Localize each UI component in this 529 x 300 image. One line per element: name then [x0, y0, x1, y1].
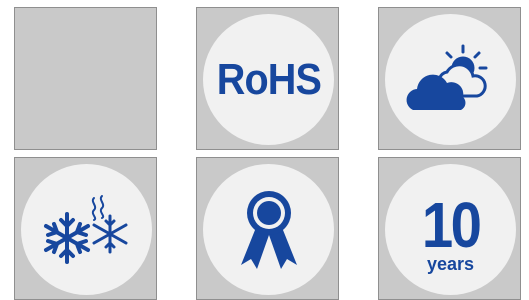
award-tile	[196, 157, 339, 300]
weather-tile	[378, 7, 521, 150]
warranty-mark: 10 years	[418, 193, 483, 273]
snowflake-frost-icon	[43, 194, 127, 264]
award-ribbon-icon	[240, 190, 297, 269]
rohs-tile: RoHS	[196, 7, 339, 150]
rohs-label: RoHS	[216, 54, 321, 104]
weather-badge	[385, 14, 516, 145]
frost-tile	[14, 157, 157, 300]
warranty-badge: 10 years	[385, 164, 516, 295]
rohs-badge: RoHS	[203, 14, 334, 145]
award-badge	[203, 164, 334, 295]
warranty-number: 10	[421, 188, 482, 261]
blank-tile	[14, 7, 157, 150]
warranty-tile: 10 years	[378, 157, 521, 300]
frost-badge	[21, 164, 152, 295]
weather-sun-cloud-icon	[406, 44, 487, 110]
